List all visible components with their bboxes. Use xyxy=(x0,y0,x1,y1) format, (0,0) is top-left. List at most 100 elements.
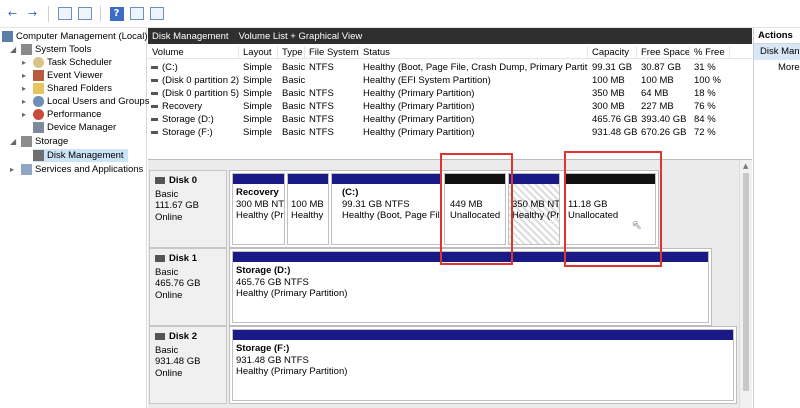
partition-status: Healthy (Boot, Page File, xyxy=(342,210,442,221)
tree-label: Disk Management xyxy=(47,150,124,161)
expand-arrow-icon[interactable]: ▸ xyxy=(22,110,31,119)
expand-arrow-icon[interactable]: ▸ xyxy=(22,58,31,67)
actions-title: Actions xyxy=(754,28,800,44)
collapse-arrow-icon[interactable]: ◢ xyxy=(10,45,19,54)
partition-status: Healthy xyxy=(291,210,324,221)
disk-size: 465.76 GB xyxy=(155,278,201,289)
help-icon[interactable]: ? xyxy=(108,5,125,22)
disk-icon xyxy=(155,255,165,263)
folder-icon xyxy=(33,83,44,94)
volume-cell-type: Basic xyxy=(282,88,305,99)
pane-title: Disk Management xyxy=(152,30,229,42)
volume-cell-status: Healthy (EFI System Partition) xyxy=(363,75,491,86)
tools-icon xyxy=(21,44,32,55)
toolbar-separator xyxy=(48,5,49,22)
expand-arrow-icon[interactable]: ▸ xyxy=(10,165,19,174)
tree-item-device-manager[interactable]: Device Manager xyxy=(33,121,116,134)
volume-row[interactable]: Recovery Simple Basic NTFS Healthy (Primary … xyxy=(148,100,752,113)
collapse-arrow-icon[interactable]: ◢ xyxy=(10,137,19,146)
up-folder-icon[interactable] xyxy=(56,5,73,22)
volume-icon xyxy=(151,92,158,95)
expand-arrow-icon[interactable]: ▸ xyxy=(22,71,31,80)
volume-icon xyxy=(151,66,158,69)
tree-item-system-tools[interactable]: ◢ System Tools xyxy=(10,43,91,56)
tree-item-local-users[interactable]: ▸ Local Users and Groups xyxy=(22,95,149,108)
computer-icon xyxy=(2,31,13,42)
tree-item-computer-management[interactable]: Computer Management (Local) xyxy=(2,30,147,43)
volume-row[interactable]: (C:) Simple Basic NTFS Healthy (Boot, Page F… xyxy=(148,61,752,74)
tree-item-disk-management[interactable]: Disk Management xyxy=(33,149,128,162)
volume-cell-layout: Simple xyxy=(243,114,273,125)
disk-icon xyxy=(155,177,165,185)
partition-storage-f[interactable]: Storage (F:) 931.48 GB NTFS Healthy (Prima… xyxy=(232,329,734,401)
more-actions-link[interactable]: More Actions xyxy=(754,60,800,76)
tree-item-performance[interactable]: ▸ Performance xyxy=(22,108,101,121)
tree-label: Computer Management (Local) xyxy=(16,31,148,42)
back-arrow-icon[interactable]: ← xyxy=(4,5,21,22)
column-header-pct-free[interactable]: % Free xyxy=(690,46,730,59)
volume-row[interactable]: (Disk 0 partition 2) Simple Basic Healthy (… xyxy=(148,74,752,87)
scroll-up-icon[interactable]: ▲ xyxy=(743,162,748,170)
performance-icon xyxy=(33,109,44,120)
volume-cell-capacity: 350 MB xyxy=(592,88,625,99)
pane-header: Disk Management Volume List + Graphical … xyxy=(148,28,752,44)
tree-item-task-scheduler[interactable]: ▸ Task Scheduler xyxy=(22,56,112,69)
volume-row[interactable]: Storage (F:) Simple Basic NTFS Healthy (Prim… xyxy=(148,126,752,139)
partition-name: Storage (F:) xyxy=(236,343,290,354)
volume-row[interactable]: Storage (D:) Simple Basic NTFS Healthy (Prim… xyxy=(148,113,752,126)
graphical-view-scrollbar[interactable]: ▲ xyxy=(739,160,752,408)
properties-icon[interactable] xyxy=(148,5,165,22)
expand-arrow-icon[interactable]: ▸ xyxy=(22,84,31,93)
disk-2-label[interactable]: Disk 2 Basic 931.48 GB Online xyxy=(149,326,227,404)
volume-cell-fs xyxy=(309,74,359,87)
column-header-layout[interactable]: Layout xyxy=(239,46,278,59)
services-icon xyxy=(21,164,32,175)
volume-cell-fs: NTFS xyxy=(309,101,334,112)
column-header-capacity[interactable]: Capacity xyxy=(588,46,637,59)
partition-name xyxy=(291,187,325,199)
forward-arrow-icon[interactable]: → xyxy=(24,5,41,22)
disk-name: Disk 0 xyxy=(155,175,226,187)
refresh-icon[interactable] xyxy=(128,5,145,22)
tree-label: Shared Folders xyxy=(47,83,112,94)
volume-list-header: Volume Layout Type File System Status Ca… xyxy=(148,46,752,59)
disk-size: 931.48 GB xyxy=(155,356,201,367)
tree-label: System Tools xyxy=(35,44,92,55)
disk-type: Basic xyxy=(155,188,179,200)
partition-efi[interactable]: 100 MB Healthy xyxy=(287,173,329,245)
volume-icon xyxy=(151,118,158,121)
column-header-free-space[interactable]: Free Space xyxy=(637,46,690,59)
volume-cell-free: 393.40 GB xyxy=(641,114,687,125)
partition-disk0-partition5[interactable]: 350 MB NTI Healthy (Pri xyxy=(508,173,560,245)
column-header-file-system[interactable]: File System xyxy=(305,46,359,59)
disk-name: Disk 1 xyxy=(155,253,226,265)
tree-label: Event Viewer xyxy=(47,70,103,81)
disk-0-label[interactable]: Disk 0 Basic 111.67 GB Online xyxy=(149,170,227,248)
volume-cell-capacity: 99.31 GB xyxy=(592,62,633,73)
tree-item-services[interactable]: ▸ Services and Applications xyxy=(10,163,143,176)
tree-item-shared-folders[interactable]: ▸ Shared Folders xyxy=(22,82,112,95)
volume-row[interactable]: (Disk 0 partition 5) Simple Basic NTFS Healt… xyxy=(148,87,752,100)
actions-section-disk-management[interactable]: Disk Management xyxy=(754,44,800,60)
tree-item-storage[interactable]: ◢ Storage xyxy=(10,135,68,148)
partition-recovery[interactable]: Recovery 300 MB NT Healthy (Pr xyxy=(232,173,285,245)
column-header-type[interactable]: Type xyxy=(278,46,305,59)
disk-2-partitions: Storage (F:) 931.48 GB NTFS Healthy (Prima… xyxy=(229,326,737,404)
disk-1-label[interactable]: Disk 1 Basic 465.76 GB Online xyxy=(149,248,227,326)
device-manager-icon xyxy=(33,122,44,133)
tree-item-event-viewer[interactable]: ▸ Event Viewer xyxy=(22,69,103,82)
column-header-status[interactable]: Status xyxy=(359,46,588,59)
expand-arrow-icon[interactable]: ▸ xyxy=(22,97,31,106)
volume-cell-layout: Simple xyxy=(243,101,273,112)
partition-size: 300 MB NT xyxy=(236,198,285,210)
show-hide-tree-icon[interactable] xyxy=(76,5,93,22)
volume-cell-layout: Simple xyxy=(243,127,273,138)
disk-icon xyxy=(155,333,165,341)
scrollbar-thumb[interactable] xyxy=(743,173,749,391)
volume-cell-fs: NTFS xyxy=(309,114,334,125)
partition-c[interactable]: (C:) 99.31 GB NTFS Healthy (Boot, Page Fil… xyxy=(331,173,442,245)
column-header-volume[interactable]: Volume xyxy=(148,46,239,59)
volume-cell-pct: 72 % xyxy=(694,127,716,138)
volume-cell-capacity: 465.76 GB xyxy=(592,114,637,125)
partition-status: Healthy (Primary Partition) xyxy=(236,366,348,377)
